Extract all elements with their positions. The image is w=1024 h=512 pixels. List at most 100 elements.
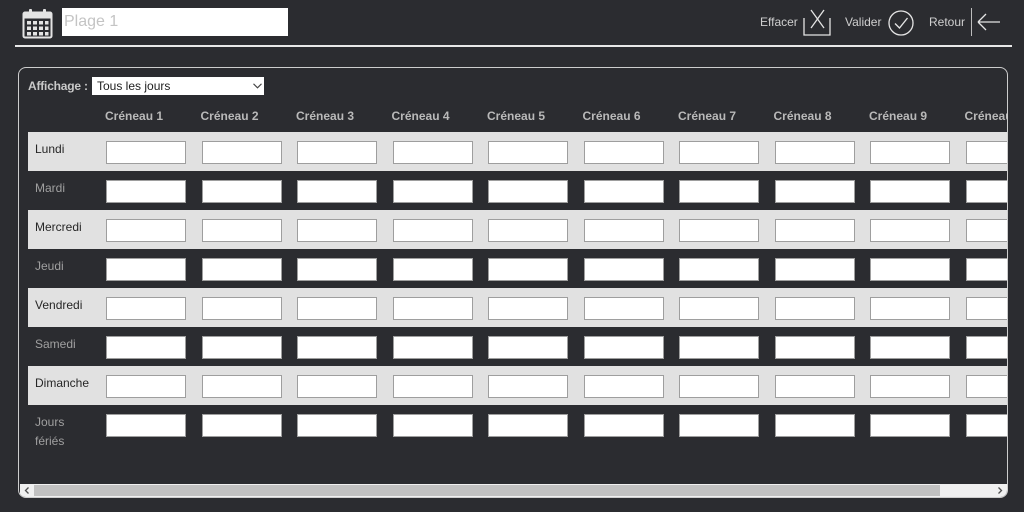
slot-input[interactable] [774, 141, 855, 164]
slot-input[interactable] [774, 375, 855, 398]
slot-input[interactable] [870, 180, 950, 203]
slot-input[interactable] [870, 375, 950, 398]
slot-input[interactable] [774, 180, 855, 203]
slot-input[interactable] [870, 141, 950, 164]
slot-input[interactable] [679, 414, 759, 437]
slot-input[interactable] [583, 219, 664, 242]
slot-input[interactable] [488, 219, 568, 242]
column-header-creneau-4: Créneau 4 [391, 109, 450, 123]
validate-button[interactable]: Valider [845, 8, 915, 38]
slot-input[interactable] [774, 297, 855, 320]
day-label: Jeudi [28, 249, 101, 288]
slot-input[interactable] [297, 219, 377, 242]
slot-input[interactable] [488, 375, 568, 398]
scrollbar-thumb[interactable] [34, 485, 940, 496]
slot-input[interactable] [679, 180, 759, 203]
slot-input[interactable] [201, 258, 282, 281]
slot-input[interactable] [201, 141, 282, 164]
slot-input[interactable] [679, 141, 759, 164]
slot-input[interactable] [392, 141, 473, 164]
slot-input[interactable] [965, 180, 1007, 203]
slot-input[interactable] [201, 297, 282, 320]
slot-input[interactable] [201, 414, 282, 437]
slot-input[interactable] [870, 336, 950, 359]
slot-input[interactable] [488, 336, 568, 359]
slot-input[interactable] [679, 258, 759, 281]
slot-input[interactable] [679, 336, 759, 359]
horizontal-scrollbar[interactable] [20, 484, 1007, 497]
slot-input[interactable] [106, 141, 186, 164]
slot-input[interactable] [201, 180, 282, 203]
slot-input[interactable] [297, 375, 377, 398]
slot-input[interactable] [965, 375, 1007, 398]
slot-input[interactable] [679, 219, 759, 242]
slot-input[interactable] [583, 258, 664, 281]
slot-input[interactable] [297, 297, 377, 320]
slot-input[interactable] [106, 258, 186, 281]
clear-button[interactable]: Effacer [760, 8, 832, 38]
slot-input[interactable] [965, 219, 1007, 242]
validate-button-label: Valider [845, 15, 882, 29]
schedule-name-input[interactable] [62, 8, 288, 36]
slot-input[interactable] [965, 141, 1007, 164]
slot-input[interactable] [870, 258, 950, 281]
slot-input[interactable] [201, 336, 282, 359]
slot-input[interactable] [106, 180, 186, 203]
slot-cell [865, 171, 961, 210]
slot-input[interactable] [297, 258, 377, 281]
slot-input[interactable] [870, 297, 950, 320]
slot-input[interactable] [297, 414, 377, 437]
day-row: Samedi [28, 327, 1007, 366]
slot-input[interactable] [106, 297, 186, 320]
slot-input[interactable] [774, 258, 855, 281]
day-label-text: Jeudi [35, 259, 64, 273]
slot-input[interactable] [106, 336, 186, 359]
slot-input[interactable] [965, 336, 1007, 359]
slot-input[interactable] [679, 375, 759, 398]
slot-input[interactable] [679, 297, 759, 320]
slot-input[interactable] [583, 375, 664, 398]
slot-input[interactable] [488, 180, 568, 203]
slot-cell [197, 210, 293, 249]
slot-input[interactable] [965, 258, 1007, 281]
slot-input[interactable] [392, 219, 473, 242]
slot-input[interactable] [297, 141, 377, 164]
slot-input[interactable] [392, 336, 473, 359]
slot-input[interactable] [392, 297, 473, 320]
slot-input[interactable] [297, 336, 377, 359]
slot-input[interactable] [774, 414, 855, 437]
slot-cell [579, 249, 675, 288]
slot-input[interactable] [488, 141, 568, 164]
slot-input[interactable] [870, 414, 950, 437]
slot-input[interactable] [392, 180, 473, 203]
scroll-left-button[interactable] [20, 484, 34, 497]
slot-input[interactable] [583, 297, 664, 320]
slot-input[interactable] [583, 414, 664, 437]
scroll-right-button[interactable] [993, 484, 1007, 497]
slot-input[interactable] [488, 414, 568, 437]
column-header-creneau-3: Créneau 3 [296, 109, 355, 123]
slot-input[interactable] [583, 180, 664, 203]
slot-input[interactable] [583, 141, 664, 164]
slot-input[interactable] [392, 414, 473, 437]
slot-input[interactable] [774, 336, 855, 359]
slot-input[interactable] [392, 375, 473, 398]
slot-input[interactable] [488, 297, 568, 320]
slot-input[interactable] [201, 375, 282, 398]
slot-input[interactable] [106, 219, 186, 242]
slot-input[interactable] [297, 180, 377, 203]
slot-input[interactable] [965, 414, 1007, 437]
slot-input[interactable] [870, 219, 950, 242]
back-button[interactable]: Retour [929, 8, 1002, 38]
slot-input[interactable] [774, 219, 855, 242]
slot-cell [865, 288, 961, 327]
slot-input[interactable] [106, 375, 186, 398]
slot-input[interactable] [965, 297, 1007, 320]
slot-input[interactable] [106, 414, 186, 437]
slot-input[interactable] [583, 336, 664, 359]
day-label-text: Lundi [35, 142, 65, 156]
display-filter-select[interactable]: Tous les jours [92, 77, 264, 95]
slot-input[interactable] [201, 219, 282, 242]
slot-input[interactable] [392, 258, 473, 281]
slot-input[interactable] [488, 258, 568, 281]
